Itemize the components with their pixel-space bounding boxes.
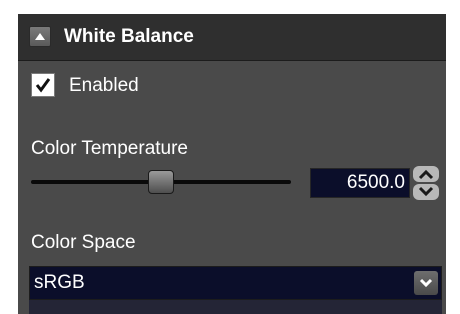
color-temperature-input[interactable]	[310, 168, 410, 198]
section-header[interactable]: White Balance	[18, 14, 446, 61]
chevron-down-icon	[419, 278, 433, 288]
checkmark-icon	[35, 78, 51, 93]
color-temperature-slider-thumb[interactable]	[148, 170, 174, 194]
enabled-label[interactable]: Enabled	[69, 75, 139, 97]
triangle-up-icon	[35, 33, 45, 40]
color-temperature-spinner	[412, 166, 440, 200]
collapse-button[interactable]	[29, 26, 51, 47]
white-balance-panel: White Balance Enabled Color Temperature …	[18, 14, 446, 314]
chevron-down-icon[interactable]	[412, 183, 440, 200]
color-space-label: Color Space	[31, 232, 136, 253]
color-temperature-label: Color Temperature	[31, 138, 189, 159]
color-space-select[interactable]: sRGB	[29, 266, 442, 300]
color-space-selected-value: sRGB	[34, 272, 85, 293]
chevron-up-icon[interactable]	[412, 166, 440, 183]
next-control-edge	[29, 300, 442, 314]
enabled-checkbox[interactable]	[31, 73, 55, 97]
dropdown-button[interactable]	[414, 271, 438, 295]
section-title: White Balance	[64, 26, 194, 47]
